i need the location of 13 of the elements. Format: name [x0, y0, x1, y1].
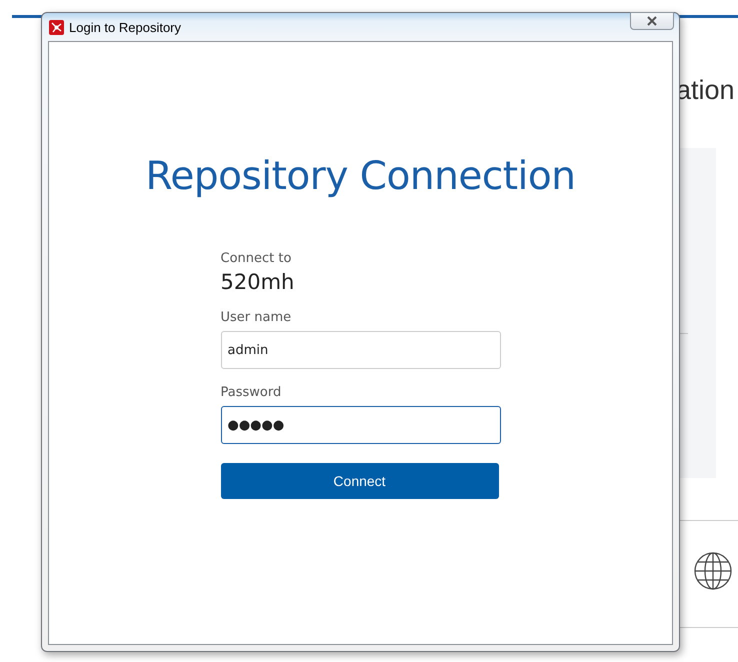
input-field[interactable]: ●●●●● — [220, 406, 500, 444]
dialog-heading: Repository Connection — [146, 154, 576, 199]
app-icon — [49, 20, 64, 34]
field-label: Password — [220, 385, 282, 400]
field-label: Connect to — [220, 251, 292, 266]
window-title: Login to Repository — [69, 20, 182, 34]
input-field[interactable]: admin — [220, 331, 500, 369]
close-button[interactable] — [630, 12, 674, 30]
close-icon — [646, 16, 658, 26]
field-label: User name — [220, 310, 292, 325]
connect-button[interactable]: Connect — [220, 463, 498, 499]
repository-name: 520mh — [220, 270, 296, 294]
globe-icon[interactable] — [694, 552, 732, 590]
